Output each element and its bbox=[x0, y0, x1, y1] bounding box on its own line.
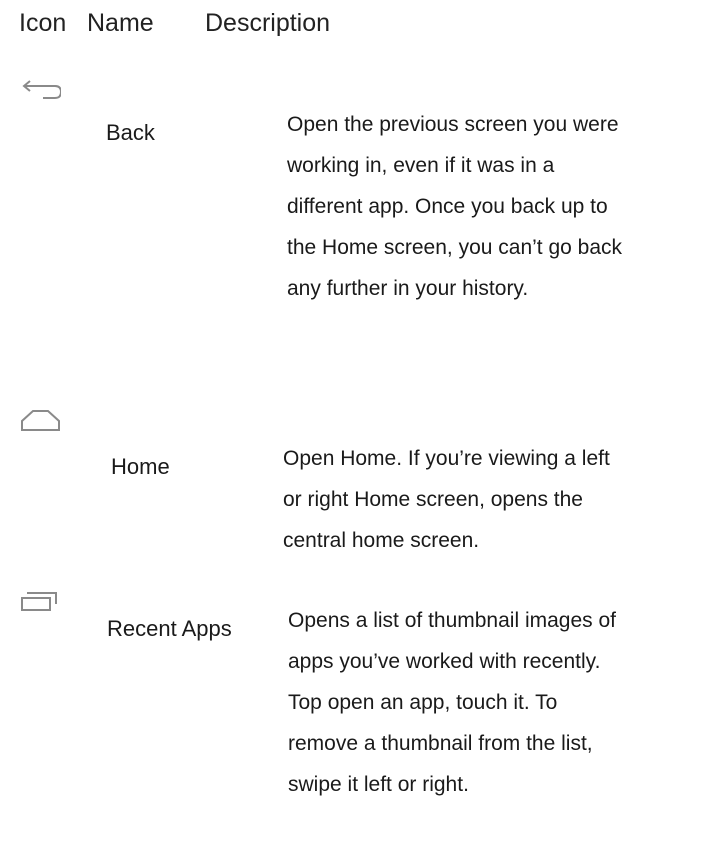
description-line: Opens a list of thumbnail images of bbox=[288, 609, 617, 632]
description-line: remove a thumbnail from the list, bbox=[288, 732, 593, 755]
header-name-column: Name bbox=[87, 9, 154, 37]
row-name-home: Home bbox=[111, 454, 170, 479]
row-description-recent-apps: Opens a list of thumbnail images of apps… bbox=[288, 600, 616, 805]
row-description-back: Open the previous screen you were workin… bbox=[287, 104, 622, 309]
recent-apps-icon bbox=[21, 592, 61, 618]
row-name-back: Back bbox=[106, 120, 155, 145]
description-line: Open Home. If you’re viewing a left bbox=[283, 447, 610, 470]
description-line: Open the previous screen you were bbox=[287, 113, 619, 136]
description-line: or right Home screen, opens the bbox=[283, 488, 583, 511]
description-line: swipe it left or right. bbox=[288, 773, 469, 796]
description-line: any further in your history. bbox=[287, 277, 529, 300]
home-icon bbox=[21, 409, 61, 435]
header-description-column: Description bbox=[205, 9, 331, 37]
row-description-home: Open Home. If you’re viewing a left or r… bbox=[283, 438, 610, 561]
row-name-recent-apps: Recent Apps bbox=[107, 616, 232, 641]
description-line: working in, even if it was in a bbox=[287, 154, 555, 177]
description-line: central home screen. bbox=[283, 529, 480, 552]
header-icon-column: Icon bbox=[19, 9, 67, 37]
description-line: different app. Once you back up to bbox=[287, 195, 608, 218]
description-line: apps you’ve worked with recently. bbox=[288, 650, 601, 673]
description-line: Top open an app, touch it. To bbox=[288, 691, 558, 714]
description-line: the Home screen, you can’t go back bbox=[287, 236, 623, 259]
back-icon bbox=[21, 80, 61, 106]
